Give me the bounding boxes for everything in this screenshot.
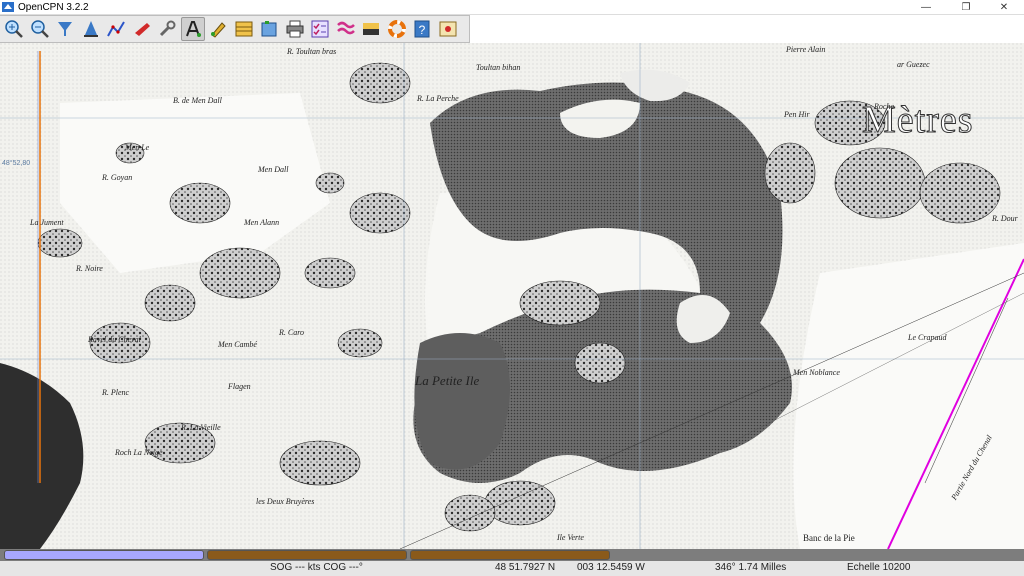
checklist-icon bbox=[311, 20, 329, 38]
maximize-button[interactable]: ❐ bbox=[946, 0, 986, 14]
close-icon: ✕ bbox=[999, 1, 1009, 13]
help-icon: ? bbox=[414, 20, 430, 38]
buoy-icon bbox=[83, 21, 98, 37]
svg-text:?: ? bbox=[419, 23, 426, 37]
piano-key-chart-3[interactable] bbox=[410, 550, 610, 560]
route-button[interactable] bbox=[104, 17, 128, 41]
opencpn-logo-icon bbox=[2, 2, 14, 12]
chart-stack-icon bbox=[261, 21, 277, 37]
chart-place-label: Roch La Neige bbox=[115, 448, 163, 457]
chart-place-label: Ravel du Cheval bbox=[88, 335, 141, 344]
chart-place-label: R. Noire bbox=[76, 264, 103, 273]
sun-horizon-icon bbox=[363, 23, 379, 35]
latitude-grid-label: 48°52,80 bbox=[2, 160, 31, 167]
map-icon bbox=[439, 21, 456, 37]
chart-place-label: Men Alann bbox=[244, 218, 280, 227]
chart-place-label: Banc de la Pie bbox=[803, 533, 855, 543]
help-button[interactable]: ? bbox=[410, 17, 434, 41]
zoom-out-icon bbox=[30, 20, 49, 38]
cursor-latitude: 48 51.7927 N bbox=[495, 562, 556, 573]
chart-place-label: les Deux Bruyères bbox=[256, 497, 315, 506]
bearing-distance-readout: 346° 1.74 Milles bbox=[715, 562, 787, 573]
chart-place-label: Men Cambé bbox=[218, 340, 257, 349]
chart-place-label: La Jument bbox=[30, 218, 64, 227]
chart-place-label: Men Dall bbox=[258, 165, 289, 174]
lifebuoy-button[interactable] bbox=[385, 17, 409, 41]
chart-place-label: Roche bbox=[874, 102, 894, 111]
color-scheme-button[interactable] bbox=[334, 17, 358, 41]
minimize-icon: — bbox=[921, 1, 931, 13]
zoom-in-icon bbox=[5, 20, 23, 38]
tide-button[interactable] bbox=[232, 17, 256, 41]
track-button[interactable] bbox=[308, 17, 332, 41]
status-bar: SOG --- kts COG ---° 48 51.7927 N 003 12… bbox=[0, 561, 1024, 576]
text-button[interactable] bbox=[180, 17, 205, 41]
wrench-icon bbox=[159, 20, 176, 37]
current-button[interactable] bbox=[206, 17, 230, 41]
chart-place-label: La Petite Ile bbox=[415, 373, 480, 388]
chart-place-label: Ile Verte bbox=[557, 533, 584, 542]
cursor-longitude: 003 12.5459 W bbox=[577, 562, 645, 573]
chart-place-label: R. La Vieille bbox=[181, 423, 221, 432]
printer-icon bbox=[286, 20, 303, 38]
piano-key-chart-2[interactable] bbox=[207, 550, 407, 560]
zoom-in-button[interactable] bbox=[2, 17, 26, 41]
chart-place-label: Pierre Alain bbox=[786, 45, 826, 54]
chart-place-label: R. La Perche bbox=[417, 94, 459, 103]
follow-button[interactable] bbox=[130, 17, 154, 41]
route-manager-button[interactable] bbox=[257, 17, 281, 41]
wave-icon bbox=[336, 21, 355, 35]
print-button[interactable] bbox=[283, 17, 307, 41]
scale-out-button[interactable] bbox=[79, 17, 103, 41]
chart-place-label: B. de Men Dall bbox=[173, 96, 222, 105]
window-title: OpenCPN 3.2.2 bbox=[18, 1, 89, 13]
ais-button[interactable] bbox=[436, 17, 460, 41]
route-icon bbox=[107, 21, 125, 37]
scale-in-button[interactable] bbox=[53, 17, 77, 41]
minimize-button[interactable]: — bbox=[906, 0, 946, 14]
chart-place-label: Men Noblance bbox=[793, 368, 840, 377]
chart-place-label: Le Crapaud bbox=[908, 333, 947, 342]
chart-place-label: ar Guezec bbox=[897, 60, 930, 69]
chart-canvas[interactable]: 48°52,80 Mètres R. Toultan bras Pierre Al… bbox=[0, 43, 1024, 549]
piano-key-chart-1[interactable] bbox=[4, 550, 204, 560]
text-a-icon bbox=[185, 21, 201, 37]
chart-place-label: Pen Hir bbox=[784, 110, 810, 119]
chart-piano-bar bbox=[0, 549, 1024, 561]
close-button[interactable]: ✕ bbox=[984, 0, 1024, 14]
chart-place-label: Men Le bbox=[125, 143, 150, 152]
restore-icon: ❐ bbox=[961, 1, 971, 13]
chart-place-label: Flagen bbox=[228, 382, 251, 391]
lifebuoy-icon bbox=[387, 20, 406, 38]
mob-button[interactable] bbox=[359, 17, 383, 41]
chart-place-label: R. Plenc bbox=[102, 388, 130, 397]
title-bar: OpenCPN 3.2.2 bbox=[0, 0, 1024, 15]
chart-place-label: R. Caro bbox=[279, 328, 305, 337]
chart-place-label: R. Goyan bbox=[102, 173, 133, 182]
main-toolbar: ? bbox=[0, 15, 470, 43]
funnel-down-icon bbox=[58, 22, 72, 36]
pencil-icon bbox=[211, 22, 226, 38]
settings-button[interactable] bbox=[155, 17, 179, 41]
chart-place-label: R. Dour bbox=[992, 214, 1018, 223]
zoom-out-button[interactable] bbox=[28, 17, 52, 41]
sog-cog-readout: SOG --- kts COG ---° bbox=[270, 562, 363, 573]
chart-place-label: Toultan bihan bbox=[476, 63, 521, 72]
chart-scale-readout: Echelle 10200 bbox=[847, 562, 911, 573]
layers-icon bbox=[235, 21, 252, 37]
chart-place-label: R. Toultan bras bbox=[287, 47, 337, 56]
ship-icon bbox=[134, 23, 150, 36]
